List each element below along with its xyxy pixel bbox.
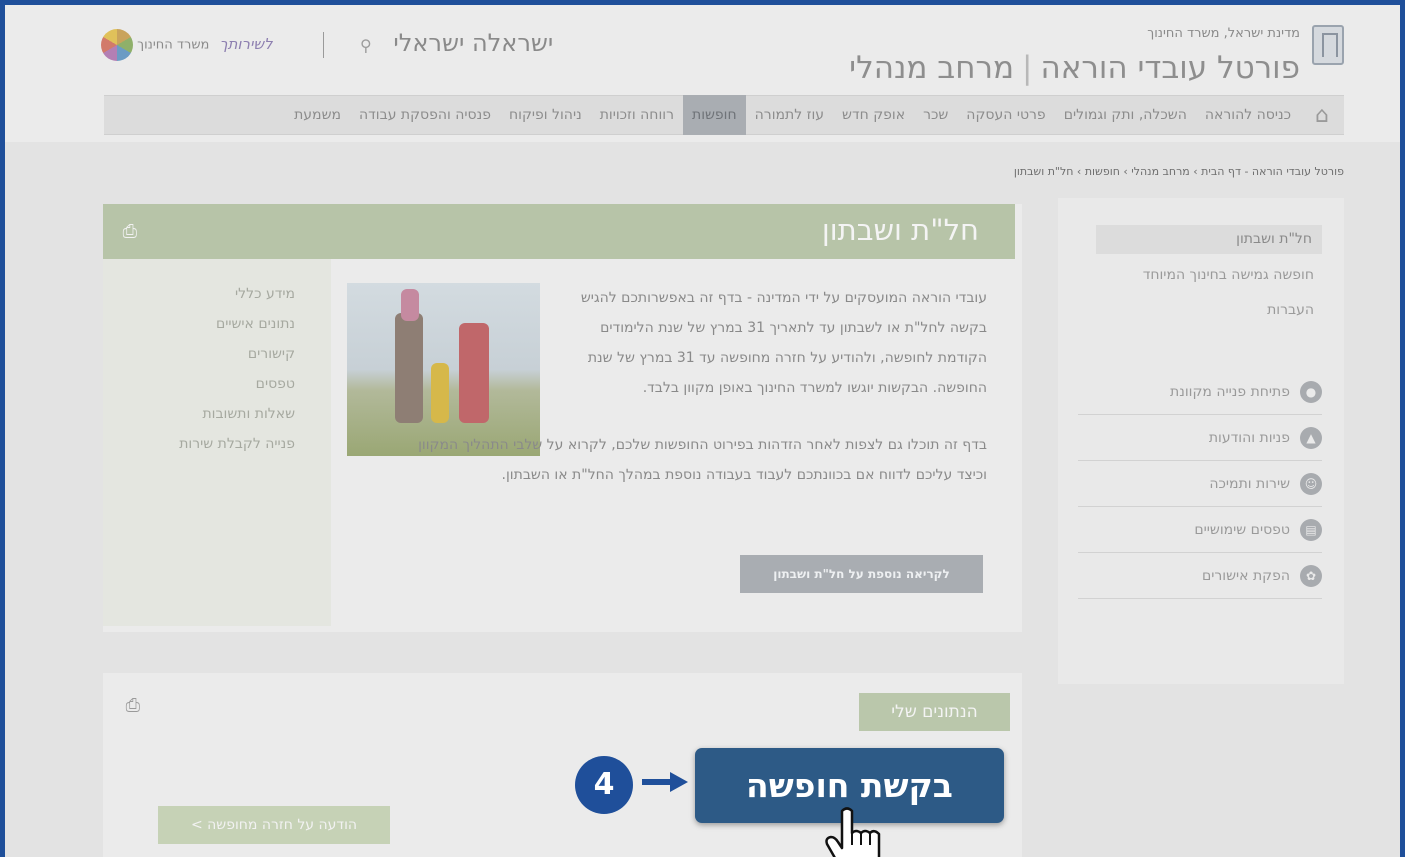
section-menu-links[interactable]: קישורים <box>248 346 295 362</box>
nav-item-vacations[interactable]: חופשות <box>683 95 746 135</box>
sidebar-action-label: פניות והודעות <box>1208 429 1290 446</box>
section-menu-service-request[interactable]: פנייה לקבלת שירות <box>179 436 295 452</box>
nav-item-welfare[interactable]: רווחה וזכויות <box>591 95 683 135</box>
nav-item-education[interactable]: השכלה, ותק וגמולים <box>1055 95 1196 135</box>
main-navbar: ⌂ כניסה להוראה השכלה, ותק וגמולים פרטי ה… <box>104 95 1344 135</box>
portal-title[interactable]: פורטל עובדי הוראה|מרחב מנהלי <box>849 50 1300 86</box>
page-title: חל"ת ושבתון <box>821 213 979 247</box>
user-area[interactable]: ישראלה ישראלי ⚲ <box>360 29 553 57</box>
sidebar-action-label: טפסים שימושיים <box>1194 521 1290 538</box>
title-separator: | <box>1022 50 1033 86</box>
state-label: מדינת ישראל, משרד החינוך <box>1147 26 1300 41</box>
state-emblem-icon <box>1312 25 1344 65</box>
nav-item-discipline[interactable]: משמעת <box>285 95 350 135</box>
support-icon: ☺ <box>1300 472 1322 495</box>
print-icon[interactable]: ⎙ <box>117 221 137 242</box>
sidebar-action-label: פתיחת פנייה מקוונת <box>1170 383 1290 400</box>
section-menu-forms[interactable]: טפסים <box>256 376 295 392</box>
nav-item-pension[interactable]: פנסיה והפסקת עבודה <box>350 95 500 135</box>
section-menu-faq[interactable]: שאלות ותשובות <box>202 406 295 422</box>
arrow-right-icon <box>642 772 688 792</box>
search-icon[interactable]: ⚲ <box>360 36 372 55</box>
nav-item-management[interactable]: ניהול ופיקוח <box>500 95 591 135</box>
main-card: חל"ת ושבתון ⎙ מידע כללי נתונים אישיים קי… <box>103 204 1022 632</box>
moe-label: משרד החינוך <box>137 37 210 53</box>
sidebar-action-open-request[interactable]: ● פתיחת פנייה מקוונת <box>1078 369 1322 415</box>
read-more-button[interactable]: לקריאה נוספת על חל"ת ושבתון <box>740 555 983 593</box>
chat-icon: ● <box>1300 380 1322 403</box>
form-icon: ▤ <box>1300 518 1322 541</box>
site-header: מדינת ישראל, משרד החינוך פורטל עובדי הור… <box>5 5 1400 142</box>
nav-item-salary[interactable]: שכר <box>914 95 957 135</box>
portal-title-sub: מרחב מנהלי <box>849 50 1014 86</box>
nav-item-ofek-hadash[interactable]: אופק חדש <box>833 95 914 135</box>
intro-paragraph: עובדי הוראה המועסקים על ידי המדינה - בדף… <box>580 290 987 396</box>
step-number-badge: 4 <box>575 756 633 814</box>
moe-script-text: לשירותך <box>219 34 273 53</box>
sidebar-action-label: הפקת אישורים <box>1201 567 1290 584</box>
screenshot-frame: מדינת ישראל, משרד החינוך פורטל עובדי הור… <box>5 5 1400 857</box>
home-icon[interactable]: ⌂ <box>1300 95 1344 135</box>
print-icon[interactable]: ⎙ <box>120 695 140 716</box>
user-name: ישראלה ישראלי <box>393 29 554 57</box>
sidebar-action-requests[interactable]: ▲ פניות והודעות <box>1078 415 1322 461</box>
hand-cursor-icon <box>825 807 881 857</box>
nav-item-entry-teaching[interactable]: כניסה להוראה <box>1196 95 1300 135</box>
section-menu-personal-data[interactable]: נתונים אישיים <box>216 316 295 332</box>
sidebar-action-certificates[interactable]: ✿ הפקת אישורים <box>1078 553 1322 599</box>
sidebar-item-leave-sabbatical[interactable]: חל"ת ושבתון <box>1096 225 1322 254</box>
sidebar-action-label: שירות ותמיכה <box>1209 475 1290 492</box>
right-sidebar: חל"ת ושבתון חופשה גמישה בחינוך המיוחד הע… <box>1058 198 1344 684</box>
return-from-leave-button[interactable]: הודעה על חזרה מחופשה > <box>158 806 390 844</box>
section-menu-general-info[interactable]: מידע כללי <box>235 286 295 302</box>
details-paragraph: בדף זה תוכלו גם לצפות לאחר הזדהות בפירוט… <box>418 437 987 483</box>
moe-wheel-icon <box>101 29 133 61</box>
nav-item-employment[interactable]: פרטי העסקה <box>957 95 1054 135</box>
sidebar-action-support[interactable]: ☺ שירות ותמיכה <box>1078 461 1322 507</box>
inbox-icon: ▲ <box>1300 426 1322 449</box>
section-menu: מידע כללי נתונים אישיים קישורים טפסים שא… <box>103 259 331 626</box>
certificate-icon: ✿ <box>1300 564 1322 587</box>
card-header: חל"ת ושבתון ⎙ <box>103 204 1015 259</box>
sidebar-action-forms[interactable]: ▤ טפסים שימושיים <box>1078 507 1322 553</box>
sidebar-item-flexible-leave[interactable]: חופשה גמישה בחינוך המיוחד <box>1143 267 1314 283</box>
sidebar-item-transfers[interactable]: העברות <box>1267 302 1314 318</box>
header-divider <box>323 32 324 58</box>
nav-item-oz-letmura[interactable]: עוז לתמורה <box>746 95 833 135</box>
breadcrumb[interactable]: פורטל עובדי הוראה - דף הבית › מרחב מנהלי… <box>1014 165 1344 178</box>
portal-title-main: פורטל עובדי הוראה <box>1040 50 1300 86</box>
my-data-title: הנתונים שלי <box>859 693 1010 731</box>
moe-logo[interactable]: לשירותך משרד החינוך <box>95 29 273 61</box>
